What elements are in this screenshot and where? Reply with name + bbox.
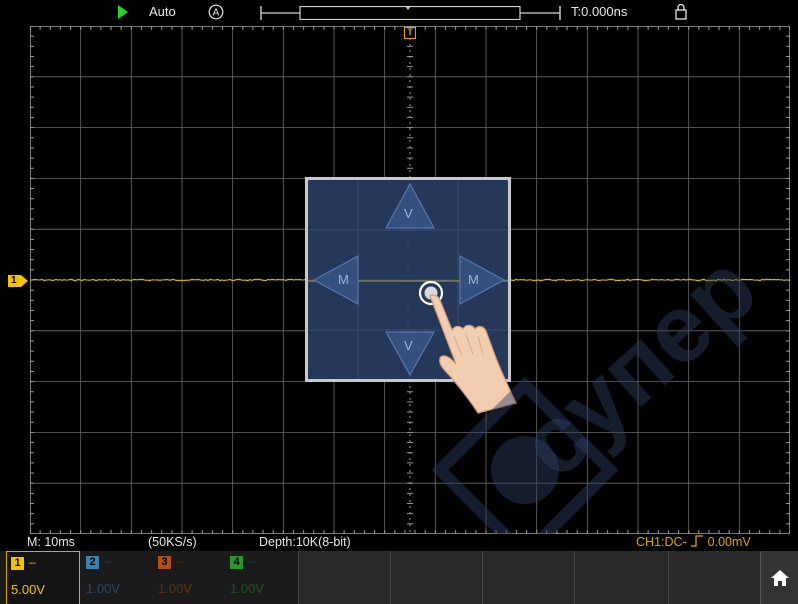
channel-3-scale: 1.00V — [158, 581, 192, 596]
lock-icon — [675, 3, 687, 20]
home-button[interactable] — [760, 551, 798, 604]
channel-1-badge: 1 — [11, 557, 24, 570]
timebase-label[interactable]: M: 10ms — [27, 535, 75, 549]
channel-1-button[interactable]: 1 – 5.00V — [6, 551, 80, 604]
channel-4-button[interactable]: 4 – 1.00V — [226, 551, 298, 604]
trigger-source: CH1:DC- — [636, 535, 687, 549]
softkey-4[interactable] — [574, 551, 668, 604]
softkey-2[interactable] — [390, 551, 482, 604]
trigger-info[interactable]: CH1:DC- 0.00mV — [636, 535, 751, 549]
down-arrow-label[interactable]: V — [404, 338, 413, 353]
channel-2-button[interactable]: 2 – 1.00V — [82, 551, 154, 604]
up-arrow-label[interactable]: V — [404, 206, 413, 221]
circled-a-icon: A — [208, 4, 224, 20]
channel-2-badge: 2 — [86, 556, 99, 569]
softkey-5[interactable] — [668, 551, 760, 604]
channel-4-badge: 4 — [230, 556, 243, 569]
left-arrow — [312, 254, 359, 306]
channel-4-scale: 1.00V — [230, 581, 264, 596]
play-icon[interactable] — [118, 5, 128, 19]
memory-depth-label[interactable]: Depth:10K(8-bit) — [259, 535, 351, 549]
channel-bar: 1 – 5.00V 2 – 1.00V 3 – 1.00V 4 – 1.00V — [0, 551, 798, 604]
svg-text:A: A — [213, 8, 220, 19]
channel-1-scale: 5.00V — [11, 582, 45, 597]
trigger-mode[interactable]: Auto — [149, 4, 176, 19]
channel-2-scale: 1.00V — [86, 581, 120, 596]
channel-3-badge: 3 — [158, 556, 171, 569]
touch-hand-icon — [418, 280, 517, 414]
acquisition-info-row: M: 10ms (50KS/s) Depth:10K(8-bit) CH1:DC… — [0, 534, 798, 551]
status-bar: Auto A T:0.000ns — [0, 0, 798, 24]
home-icon — [771, 570, 789, 586]
trigger-time: T:0.000ns — [571, 4, 628, 19]
sample-rate-label: (50KS/s) — [148, 535, 197, 549]
channel-1-marker[interactable]: 1 — [8, 275, 28, 287]
rising-edge-icon — [691, 535, 704, 547]
softkey-1[interactable] — [298, 551, 390, 604]
trigger-level: 0.00mV — [707, 535, 751, 549]
trigger-position-marker[interactable]: T — [404, 27, 416, 39]
softkey-3[interactable] — [482, 551, 574, 604]
left-arrow-label[interactable]: M — [338, 272, 349, 287]
memory-position-bar[interactable] — [260, 6, 562, 20]
channel-3-button[interactable]: 3 – 1.00V — [154, 551, 226, 604]
